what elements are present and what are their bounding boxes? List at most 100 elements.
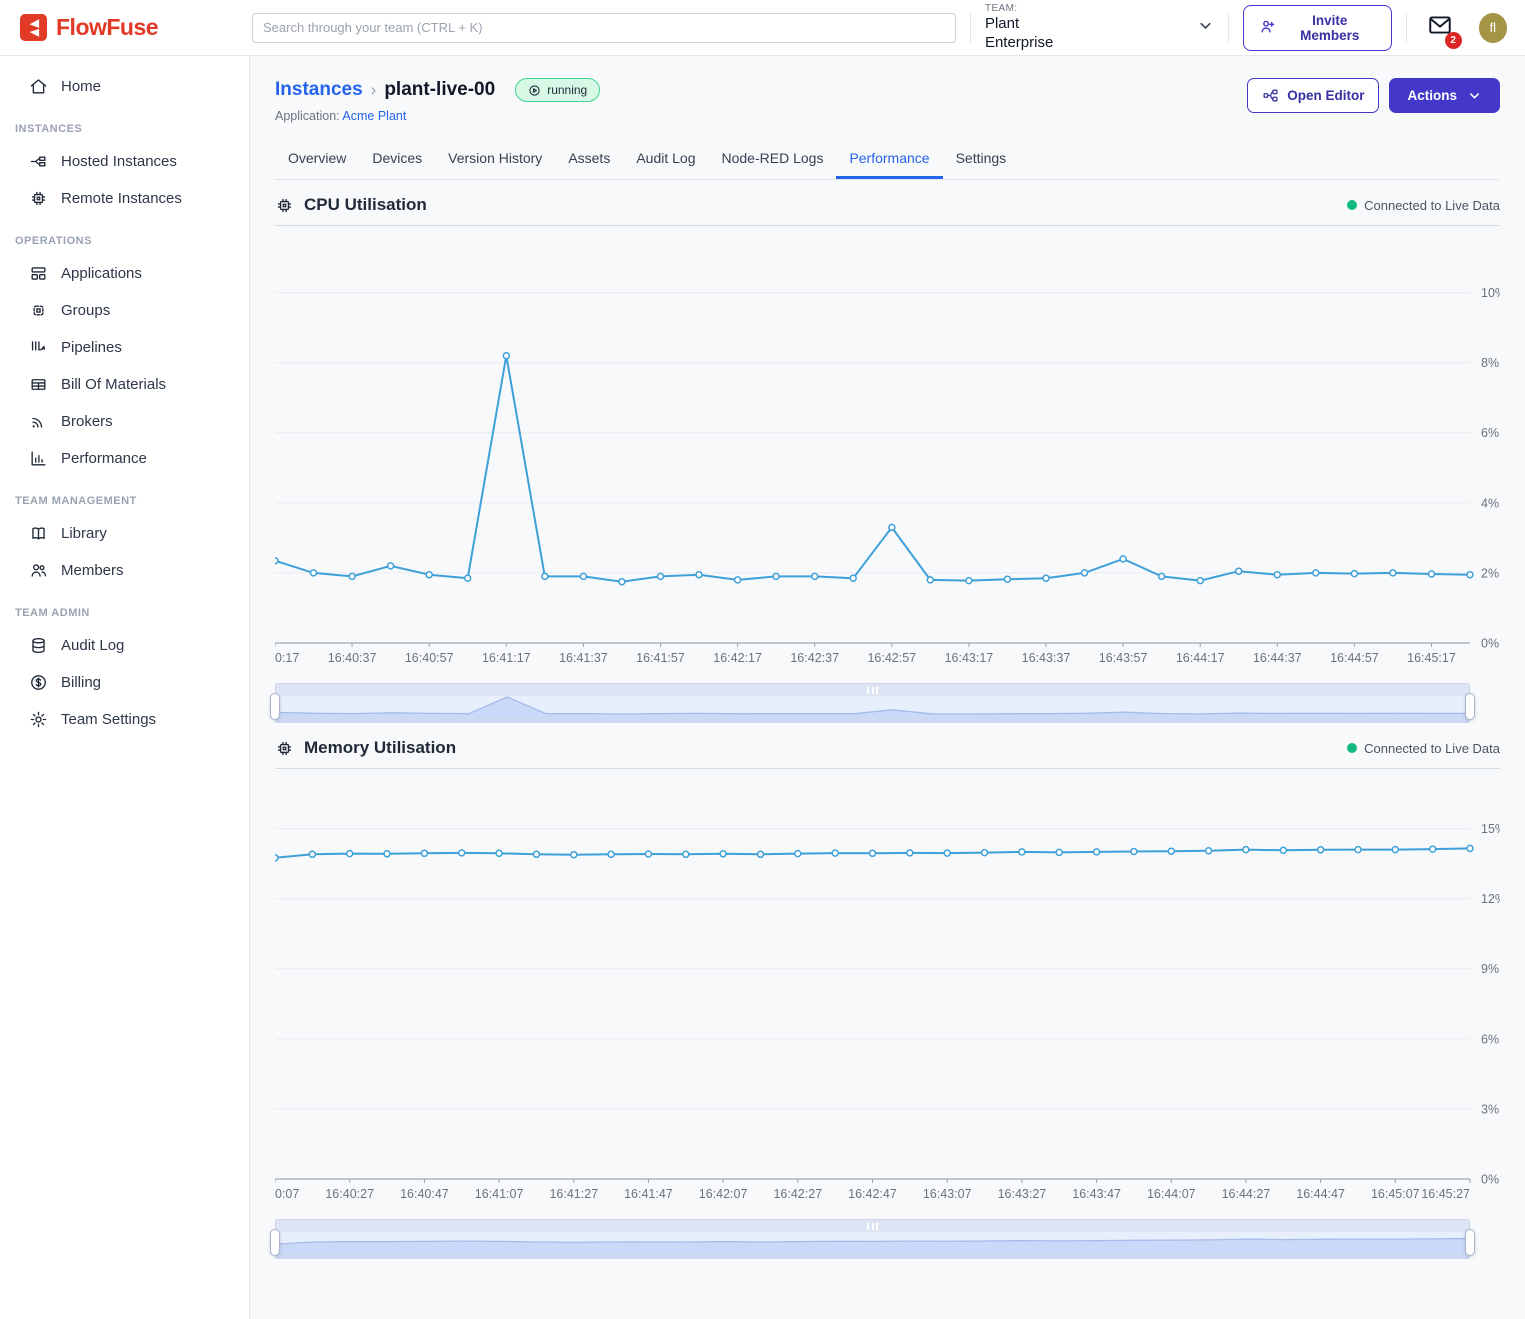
sidebar-item-library[interactable]: Library: [0, 515, 249, 552]
invite-members-button[interactable]: Invite Members: [1243, 5, 1392, 51]
memory-chart[interactable]: 0%3%6%9%12%15%0:0716:40:2716:40:4716:41:…: [275, 769, 1500, 1207]
svg-text:15%: 15%: [1481, 822, 1500, 836]
svg-text:0:07: 0:07: [275, 1187, 299, 1201]
svg-text:16:43:07: 16:43:07: [923, 1187, 972, 1201]
actions-button[interactable]: Actions: [1389, 78, 1500, 113]
brand-name: FlowFuse: [56, 14, 158, 41]
brokers-icon: [29, 412, 48, 431]
tab-performance[interactable]: Performance: [836, 140, 942, 179]
svg-text:16:42:17: 16:42:17: [713, 651, 762, 665]
cpu-chip-icon: [275, 196, 294, 215]
cpu-zoom-slider[interactable]: [275, 683, 1470, 723]
svg-text:16:42:07: 16:42:07: [699, 1187, 748, 1201]
chevron-down-icon[interactable]: [1197, 17, 1214, 39]
zoom-slider-grip[interactable]: [275, 1219, 1470, 1232]
flow-icon: [1262, 87, 1279, 104]
tab-audit-log[interactable]: Audit Log: [623, 140, 708, 179]
sidebar-item-applications[interactable]: Applications: [0, 255, 249, 292]
flowfuse-logo[interactable]: FlowFuse: [20, 14, 252, 41]
invite-members-label: Invite Members: [1284, 13, 1376, 43]
svg-text:3%: 3%: [1481, 1102, 1499, 1116]
sidebar-item-billing[interactable]: Billing: [0, 664, 249, 701]
tab-settings[interactable]: Settings: [943, 140, 1020, 179]
application-link[interactable]: Acme Plant: [342, 109, 406, 123]
svg-text:16:42:47: 16:42:47: [848, 1187, 897, 1201]
sidebar-section-title: TEAM ADMIN: [15, 607, 249, 619]
notifications-button[interactable]: 2: [1427, 12, 1453, 43]
search-input[interactable]: [252, 13, 956, 43]
breadcrumb-instances-link[interactable]: Instances: [275, 79, 363, 101]
tab-devices[interactable]: Devices: [359, 140, 435, 179]
remote-instances-icon: [29, 189, 48, 208]
sidebar-item-performance[interactable]: Performance: [0, 440, 249, 477]
sidebar-item-groups[interactable]: Groups: [0, 292, 249, 329]
avatar[interactable]: fl: [1479, 13, 1507, 43]
open-editor-label: Open Editor: [1287, 88, 1364, 103]
svg-text:0%: 0%: [1481, 637, 1499, 651]
memory-chip-icon: [275, 739, 294, 758]
cpu-utilisation-section: CPU Utilisation Connected to Live Data 0…: [275, 195, 1500, 723]
zoom-handle-left[interactable]: [270, 1229, 280, 1256]
svg-text:16:43:17: 16:43:17: [945, 651, 994, 665]
audit-log-icon: [29, 636, 48, 655]
sidebar-item-label: Members: [61, 562, 124, 579]
tab-version-history[interactable]: Version History: [435, 140, 555, 179]
breadcrumb: Instances › plant-live-00 running: [275, 78, 600, 102]
pipelines-icon: [29, 338, 48, 357]
svg-text:2%: 2%: [1481, 566, 1499, 580]
tab-assets[interactable]: Assets: [555, 140, 623, 179]
svg-text:16:44:17: 16:44:17: [1176, 651, 1225, 665]
sidebar-section-title: TEAM MANAGEMENT: [15, 495, 249, 507]
actions-label: Actions: [1407, 88, 1457, 103]
svg-text:16:45:27: 16:45:27: [1421, 1187, 1470, 1201]
sidebar-item-members[interactable]: Members: [0, 552, 249, 589]
tab-node-red-logs[interactable]: Node-RED Logs: [709, 140, 837, 179]
divider: [1228, 13, 1229, 43]
team-label: TEAM:: [985, 3, 1079, 16]
sidebar-item-remote-instances[interactable]: Remote Instances: [0, 180, 249, 217]
open-editor-button[interactable]: Open Editor: [1247, 78, 1379, 113]
zoom-handle-left[interactable]: [270, 693, 280, 720]
performance-icon: [29, 449, 48, 468]
sidebar-item-audit-log[interactable]: Audit Log: [0, 627, 249, 664]
zoom-slider-grip[interactable]: [275, 683, 1470, 696]
tab-overview[interactable]: Overview: [275, 140, 359, 179]
sidebar-item-pipelines[interactable]: Pipelines: [0, 329, 249, 366]
notification-count-badge: 2: [1445, 32, 1462, 49]
zoom-slider-area[interactable]: [275, 1232, 1470, 1252]
user-plus-icon: [1259, 18, 1276, 38]
sidebar-item-bill-of-materials[interactable]: Bill Of Materials: [0, 366, 249, 403]
memory-zoom-slider[interactable]: [275, 1219, 1470, 1259]
team-selector[interactable]: TEAM: Plant Enterprise: [985, 3, 1214, 53]
zoom-handle-right[interactable]: [1465, 693, 1475, 720]
application-line: Application: Acme Plant: [275, 109, 600, 123]
svg-text:16:42:27: 16:42:27: [773, 1187, 822, 1201]
svg-text:16:41:27: 16:41:27: [549, 1187, 598, 1201]
sidebar-item-team-settings[interactable]: Team Settings: [0, 701, 249, 738]
cpu-chart[interactable]: 0%2%4%6%8%10%0:1716:40:3716:40:5716:41:1…: [275, 226, 1500, 671]
sidebar-item-label: Home: [61, 78, 101, 95]
sidebar-item-brokers[interactable]: Brokers: [0, 403, 249, 440]
svg-text:16:43:27: 16:43:27: [998, 1187, 1047, 1201]
zoom-handle-right[interactable]: [1465, 1229, 1475, 1256]
top-bar: FlowFuse TEAM: Plant Enterprise Invite M…: [0, 0, 1525, 56]
main-content: Instances › plant-live-00 running Applic…: [250, 56, 1525, 1319]
members-icon: [29, 561, 48, 580]
sidebar-item-label: Team Settings: [61, 711, 156, 728]
sidebar-item-label: Performance: [61, 450, 147, 467]
sidebar-item-hosted-instances[interactable]: Hosted Instances: [0, 143, 249, 180]
svg-text:16:44:07: 16:44:07: [1147, 1187, 1196, 1201]
breadcrumb-separator: ›: [371, 80, 377, 100]
zoom-slider-area[interactable]: [275, 696, 1470, 716]
chevron-down-icon: [1467, 88, 1482, 103]
svg-text:16:40:57: 16:40:57: [405, 651, 454, 665]
svg-text:16:41:57: 16:41:57: [636, 651, 685, 665]
instance-name: plant-live-00: [384, 79, 495, 101]
svg-text:6%: 6%: [1481, 426, 1499, 440]
svg-text:16:41:17: 16:41:17: [482, 651, 531, 665]
flowfuse-logo-icon: [20, 14, 47, 41]
svg-text:16:43:37: 16:43:37: [1022, 651, 1071, 665]
sidebar-item-home[interactable]: Home: [0, 68, 249, 105]
svg-text:16:45:17: 16:45:17: [1407, 651, 1456, 665]
svg-text:16:43:47: 16:43:47: [1072, 1187, 1121, 1201]
